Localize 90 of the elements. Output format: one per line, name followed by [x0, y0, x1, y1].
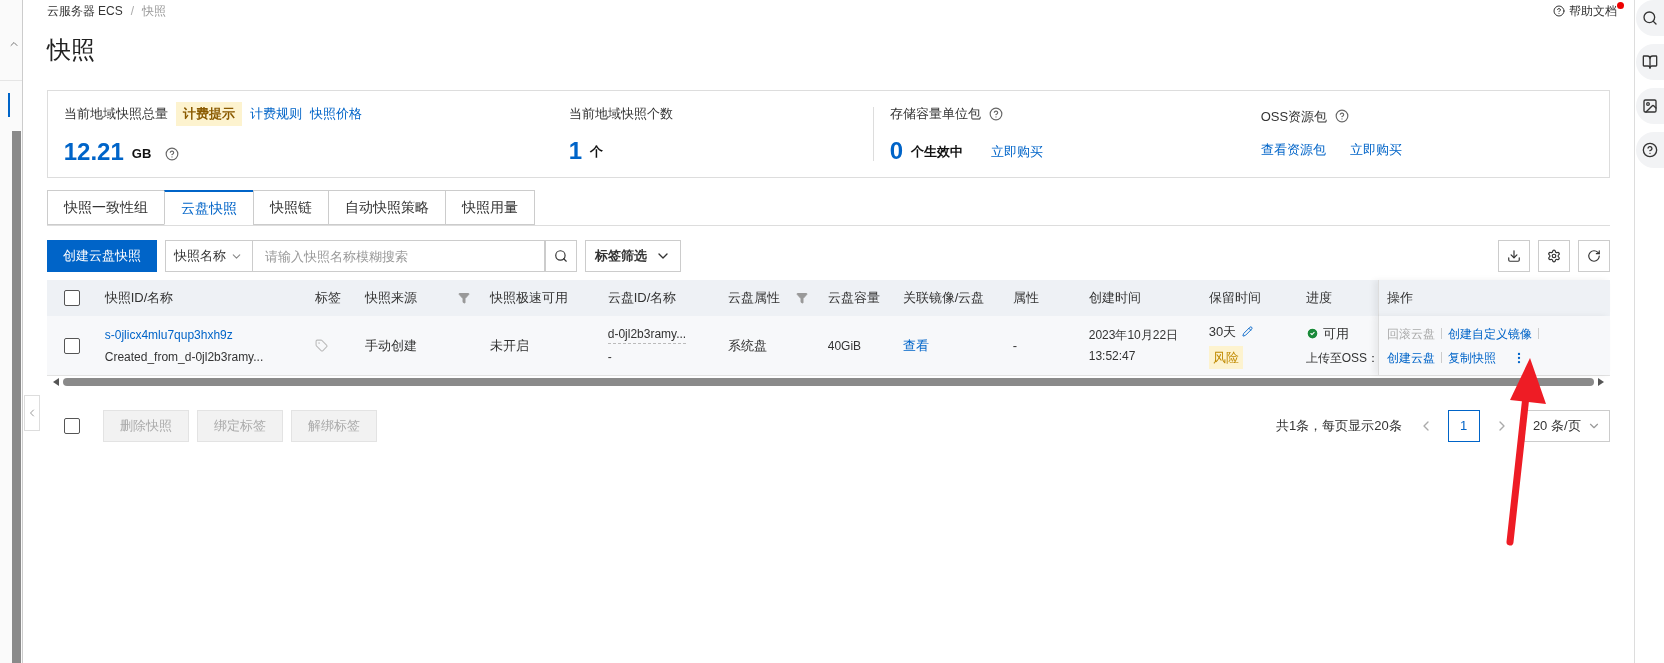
refresh-button[interactable] — [1577, 240, 1610, 272]
column-header: 创建时间 — [1088, 289, 1141, 308]
help-icon — [1552, 5, 1565, 17]
disk-id[interactable]: d-0jl2b3ramy... — [607, 325, 687, 344]
billing-tag: 计费提示 — [175, 102, 242, 126]
summary-label: 当前地域快照个数 — [568, 105, 673, 124]
help-icon[interactable] — [1335, 109, 1350, 124]
summary-label: 当前地域快照总量 — [63, 105, 168, 124]
column-header: 进度 — [1305, 289, 1332, 308]
column-header: 保留时间 — [1208, 289, 1261, 308]
column-header: 快照极速可用 — [489, 289, 568, 308]
summary-link[interactable]: 立即购买 — [1349, 140, 1402, 160]
tab[interactable]: 快照用量 — [444, 190, 535, 225]
table-cell: 40GiB — [827, 338, 862, 353]
tab[interactable]: 云盘快照 — [163, 190, 254, 225]
summary-link[interactable]: 计费规则 — [249, 104, 302, 124]
action-link[interactable]: 创建云盘 — [1386, 348, 1435, 367]
breadcrumb-separator: / — [130, 3, 135, 20]
search-button[interactable] — [544, 240, 577, 272]
risk-tag: 风险 — [1208, 345, 1243, 369]
settings-icon — [1546, 249, 1561, 263]
snapshot-name: Created_from_d-0jl2b3ramy... — [104, 348, 265, 366]
retention-days: 30天 — [1208, 322, 1237, 342]
search-icon[interactable] — [1636, 0, 1664, 36]
snapshot-id-link[interactable]: s-0jlicx4mlu7qup3hxh9z — [104, 325, 307, 344]
tab[interactable]: 自动快照策略 — [327, 190, 446, 225]
book-icon[interactable] — [1636, 44, 1664, 80]
disk-name: - — [607, 349, 613, 366]
checkbox[interactable] — [63, 290, 80, 306]
column-header: 关联镜像/云盘 — [902, 289, 985, 308]
table-cell: 系统盘 — [727, 337, 767, 353]
summary-label: 存储容量单位包 — [889, 105, 981, 124]
scroll-right-icon[interactable] — [1597, 378, 1604, 386]
edit-icon[interactable] — [1242, 326, 1254, 338]
checkbox[interactable] — [63, 418, 80, 434]
page-title: 快照 — [46, 35, 96, 65]
horizontal-scrollbar[interactable] — [62, 378, 1594, 386]
table-cell: - — [1012, 337, 1018, 353]
pagination-total: 共1条，每页显示20条 — [1276, 417, 1402, 436]
help-icon[interactable] — [988, 107, 1003, 121]
summary-link[interactable]: 立即购买 — [991, 142, 1044, 162]
summary-value: 12.21 — [63, 139, 124, 165]
column-header: 操作 — [1386, 289, 1413, 308]
search-field[interactable]: 请输入快照名称模糊搜索 — [252, 240, 545, 272]
created-time: 2023年10月22日 — [1088, 327, 1180, 344]
summary-unit: GB — [131, 144, 152, 163]
column-header: 快照来源 — [364, 289, 417, 308]
scrollbar[interactable] — [12, 131, 21, 663]
action-link[interactable]: 复制快照 — [1447, 348, 1496, 367]
summary-link[interactable]: 快照价格 — [309, 104, 362, 124]
image-icon[interactable] — [1636, 88, 1664, 124]
status-label: 可用 — [1322, 324, 1349, 343]
page-button[interactable]: 1 — [1447, 410, 1480, 442]
upload-status: 上传至OSS： — [1305, 350, 1378, 368]
column-header: 快照ID/名称 — [104, 289, 174, 308]
summary-link[interactable]: 查看资源包 — [1260, 140, 1326, 160]
action-link[interactable]: 创建自定义镜像 — [1447, 324, 1532, 343]
view-link[interactable]: 查看 — [902, 337, 929, 353]
scroll-left-icon[interactable] — [52, 378, 59, 386]
column-header: 属性 — [1012, 289, 1039, 308]
create-snapshot-button[interactable]: 创建云盘快照 — [46, 240, 157, 272]
column-header: 云盘ID/名称 — [607, 289, 677, 308]
table-cell: 手动创建 — [364, 337, 417, 353]
tab[interactable]: 快照一致性组 — [46, 190, 165, 225]
summary-label: OSS资源包 — [1260, 107, 1328, 126]
help-icon[interactable] — [165, 147, 180, 161]
checkbox[interactable] — [63, 337, 80, 354]
summary-unit: 个生效中 — [911, 143, 964, 162]
settings-button[interactable] — [1537, 240, 1570, 272]
download-button[interactable] — [1497, 240, 1530, 272]
column-header: 云盘容量 — [827, 289, 880, 308]
column-header: 云盘属性 — [727, 289, 780, 308]
tab[interactable]: 快照链 — [252, 190, 329, 225]
table-cell: 未开启 — [489, 337, 529, 353]
nav-marker — [8, 93, 10, 117]
search-icon — [553, 249, 568, 263]
refresh-icon — [1586, 249, 1601, 263]
created-time: 13:52:47 — [1088, 348, 1137, 365]
tag-filter-button[interactable]: 标签筛选 — [584, 240, 681, 272]
help-link[interactable]: 帮助文档 — [1552, 2, 1617, 20]
summary-unit: 个 — [590, 143, 604, 162]
collapse-handle[interactable] — [24, 395, 40, 431]
column-header: 标签 — [314, 289, 341, 308]
help-icon[interactable] — [1636, 132, 1664, 168]
breadcrumb-link[interactable]: 云服务器 ECS — [46, 2, 123, 20]
page-size-select[interactable]: 20 条/页 — [1523, 410, 1610, 442]
summary-value: 1 — [568, 137, 583, 164]
download-icon — [1506, 249, 1521, 263]
search-field-select[interactable]: 快照名称 — [164, 240, 253, 272]
summary-value: 0 — [889, 137, 904, 164]
